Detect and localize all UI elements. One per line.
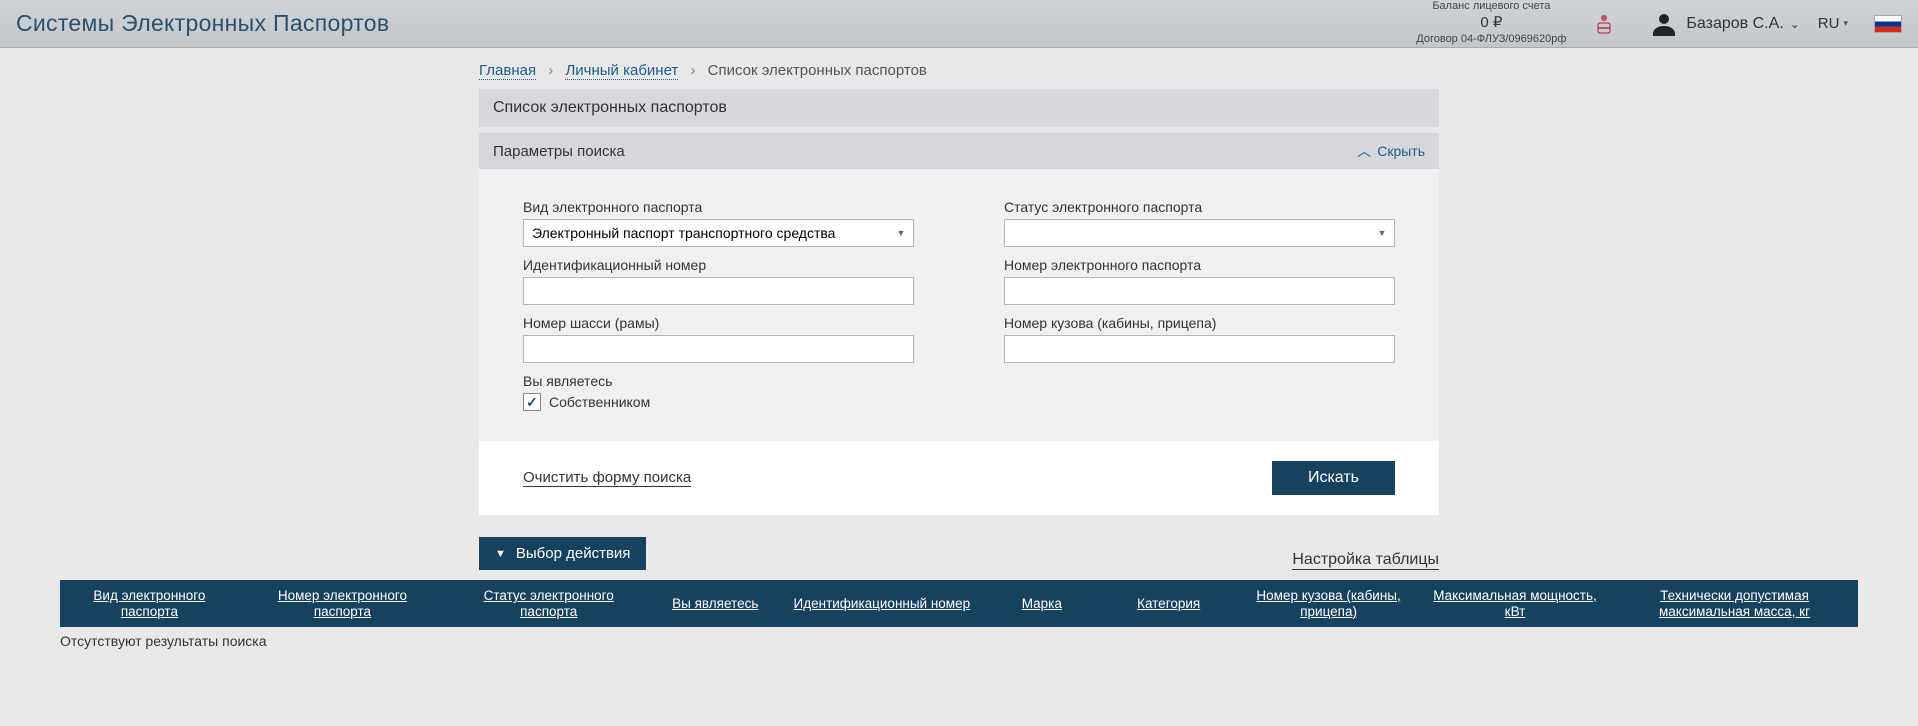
search-panel-body: Вид электронного паспорта Электронный па… — [479, 169, 1439, 441]
chevron-down-icon: ⌄ — [1790, 17, 1800, 31]
contract-number: Договор 04-ФЛУЗ/0969620рф — [1416, 33, 1566, 47]
form-actions: Очистить форму поиска Искать — [479, 441, 1439, 515]
label-chassis: Номер шасси (рамы) — [523, 315, 914, 331]
balance-label: Баланс лицевого счета — [1416, 0, 1566, 14]
language-label: RU — [1818, 15, 1840, 32]
app-header: Системы Электронных Паспортов Баланс лиц… — [0, 0, 1918, 48]
choose-action-dropdown[interactable]: ▼ Выбор действия — [479, 537, 646, 570]
breadcrumb-current: Список электронных паспортов — [708, 62, 927, 79]
label-status: Статус электронного паспорта — [1004, 199, 1395, 215]
breadcrumb-lk[interactable]: Личный кабинет — [565, 62, 678, 80]
col-body[interactable]: Номер кузова (кабины, прицепа) — [1249, 588, 1408, 619]
breadcrumb-home[interactable]: Главная — [479, 62, 536, 80]
payment-icon[interactable] — [1594, 13, 1614, 35]
id-number-input[interactable] — [523, 277, 914, 305]
passport-number-input[interactable] — [1004, 277, 1395, 305]
label-pass-num: Номер электронного паспорта — [1004, 257, 1395, 273]
site-title: Системы Электронных Паспортов — [16, 10, 389, 37]
owner-checkbox[interactable]: ✓ — [523, 393, 541, 411]
body-number-input[interactable] — [1004, 335, 1395, 363]
owner-checkbox-label: Собственником — [549, 394, 650, 410]
label-id-num: Идентификационный номер — [523, 257, 914, 273]
language-switch[interactable]: RU ▾ — [1818, 15, 1848, 32]
chassis-number-input[interactable] — [523, 335, 914, 363]
user-name: Базаров С.А. — [1686, 15, 1783, 33]
search-panel-header: Параметры поиска ︿ Скрыть — [479, 133, 1439, 169]
col-you-are[interactable]: Вы являетесь — [672, 596, 758, 612]
col-id-num[interactable]: Идентификационный номер — [794, 596, 971, 612]
col-brand[interactable]: Марка — [1022, 596, 1062, 612]
action-bar: ▼ Выбор действия Настройка таблицы — [479, 537, 1439, 570]
breadcrumb-sep: › — [548, 62, 553, 79]
clear-form-link[interactable]: Очистить форму поиска — [523, 469, 691, 487]
col-status[interactable]: Статус электронного паспорта — [456, 588, 641, 619]
passport-status-select[interactable] — [1004, 219, 1395, 247]
table-header-row: Вид электронного паспорта Номер электрон… — [60, 580, 1858, 627]
breadcrumb-sep: › — [690, 62, 695, 79]
label-type: Вид электронного паспорта — [523, 199, 914, 215]
results-table: Вид электронного паспорта Номер электрон… — [0, 580, 1918, 655]
hide-search-toggle[interactable]: ︿ Скрыть — [1357, 141, 1425, 161]
breadcrumb: Главная › Личный кабинет › Список электр… — [479, 48, 1439, 89]
table-settings-link[interactable]: Настройка таблицы — [1292, 551, 1439, 570]
col-type[interactable]: Вид электронного паспорта — [70, 588, 229, 619]
choose-action-label: Выбор действия — [516, 545, 631, 562]
caret-down-icon: ▼ — [495, 548, 506, 560]
user-icon — [1650, 12, 1678, 36]
page-title: Список электронных паспортов — [479, 89, 1439, 127]
col-category[interactable]: Категория — [1137, 596, 1200, 612]
no-results-text: Отсутствуют результаты поиска — [60, 627, 1858, 655]
label-you-are: Вы являетесь — [523, 373, 914, 389]
hide-label: Скрыть — [1377, 143, 1425, 159]
chevron-up-icon: ︿ — [1357, 141, 1371, 161]
caret-down-icon: ▾ — [1843, 18, 1848, 29]
col-max-power[interactable]: Максимальная мощность, кВт — [1429, 588, 1601, 619]
label-body: Номер кузова (кабины, прицепа) — [1004, 315, 1395, 331]
col-max-mass[interactable]: Технически допустимая максимальная масса… — [1622, 588, 1847, 619]
col-pass-num[interactable]: Номер электронного паспорта — [250, 588, 435, 619]
search-button[interactable]: Искать — [1272, 461, 1395, 495]
balance-amount: 0 ₽ — [1480, 14, 1502, 31]
balance-block: Баланс лицевого счета 0 ₽ Договор 04-ФЛУ… — [1416, 0, 1566, 46]
passport-type-select[interactable]: Электронный паспорт транспортного средст… — [523, 219, 914, 247]
search-panel-title: Параметры поиска — [493, 143, 1357, 160]
flag-ru-icon — [1874, 15, 1902, 33]
user-menu[interactable]: Базаров С.А. ⌄ — [1650, 12, 1799, 36]
